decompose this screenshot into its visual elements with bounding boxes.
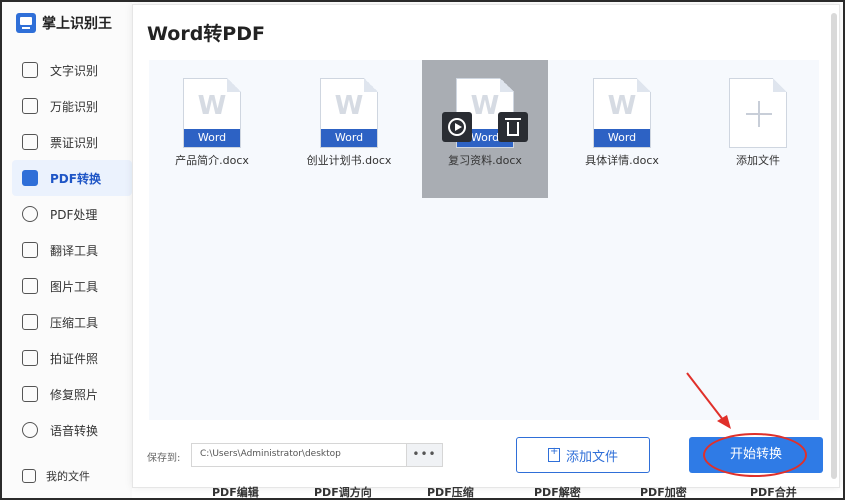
annotation-circle [703, 433, 807, 477]
bg-tab: PDF合并 [750, 486, 797, 498]
bg-tab: PDF编辑 [212, 486, 259, 498]
sidebar-item-label: 翻译工具 [50, 243, 99, 258]
sidebar-item-ticket[interactable]: 票证识别 [12, 124, 132, 160]
sidebar-item-label: 语音转换 [50, 423, 99, 438]
delete-button[interactable] [498, 112, 528, 142]
word-file-icon: W Word [320, 78, 378, 148]
preview-button[interactable] [442, 112, 472, 142]
file-name: 产品简介.docx [175, 154, 249, 167]
bg-tab: PDF加密 [640, 486, 687, 498]
app-name: 掌上识别王 [42, 16, 112, 32]
file-item[interactable]: W Word 创业计划书.docx [286, 60, 412, 198]
sidebar-item-my-files[interactable]: 我的文件 [12, 464, 90, 488]
file-type-badge: Word [321, 129, 377, 147]
sidebar-item-label: 修复照片 [50, 387, 99, 402]
doc-glyph: W [197, 91, 227, 121]
save-path-field[interactable]: C:\Users\Administrator\desktop ••• [191, 443, 443, 467]
text-recognition-icon [22, 62, 38, 78]
sidebar-item-pdf-convert[interactable]: PDF转换 [12, 160, 132, 196]
file-name: 创业计划书.docx [306, 154, 392, 167]
save-to-label: 保存到: [147, 453, 181, 464]
sidebar-item-photo-repair[interactable]: 修复照片 [12, 376, 132, 412]
file-item[interactable]: W Word 产品简介.docx [149, 60, 275, 198]
word-file-icon: W Word [183, 78, 241, 148]
id-photo-icon [22, 350, 38, 366]
sidebar-item-translate[interactable]: 翻译工具 [12, 232, 132, 268]
sidebar-item-label: 文字识别 [50, 63, 99, 78]
image-tool-icon [22, 278, 38, 294]
save-path-value: C:\Users\Administrator\desktop [200, 449, 341, 459]
sidebar-item-voice[interactable]: 语音转换 [12, 412, 132, 448]
play-icon [448, 118, 466, 136]
sidebar-item-compress[interactable]: 压缩工具 [12, 304, 132, 340]
sidebar-item-label: PDF转换 [50, 171, 101, 186]
sidebar-item-label: 图片工具 [50, 279, 99, 294]
trash-icon [505, 117, 521, 136]
sidebar: 掌上识别王 文字识别 万能识别 票证识别 PDF转换 PDF处理 翻译工具 图片… [2, 2, 132, 498]
scrollbar[interactable] [831, 13, 837, 479]
file-item[interactable]: W Word 具体详情.docx [559, 60, 685, 198]
add-file-button-label: 添加文件 [565, 449, 618, 465]
conversion-dialog: Word转PDF W Word 产品简介.docx W Word 创业计划书.d… [132, 4, 840, 488]
brand: 掌上识别王 [16, 12, 112, 34]
photo-repair-icon [22, 386, 38, 402]
add-file-label: 添加文件 [736, 154, 780, 167]
ticket-icon [22, 134, 38, 150]
universal-scan-icon [22, 98, 38, 114]
sidebar-item-label: 我的文件 [46, 470, 90, 483]
add-file-icon [729, 78, 787, 148]
sidebar-item-label: 压缩工具 [50, 315, 99, 330]
sidebar-item-pdf-process[interactable]: PDF处理 [12, 196, 132, 232]
add-file-icon [547, 446, 560, 462]
sidebar-item-universal-scan[interactable]: 万能识别 [12, 88, 132, 124]
annotation-arrow [686, 372, 731, 429]
sidebar-item-id-photo[interactable]: 拍证件照 [12, 340, 132, 376]
doc-glyph: W [607, 91, 637, 121]
bg-tab: PDF调方向 [314, 486, 372, 498]
file-item-selected[interactable]: W Word 复习资料.docx [422, 60, 548, 198]
sidebar-item-label: 万能识别 [50, 99, 99, 114]
bg-tab: PDF压缩 [427, 486, 474, 498]
voice-icon [22, 422, 38, 438]
app-logo-icon [16, 13, 36, 33]
folder-icon [22, 469, 36, 483]
background-tabs: PDF编辑 PDF调方向 PDF压缩 PDF解密 PDF加密 PDF合并 [132, 486, 840, 498]
file-list: W Word 产品简介.docx W Word 创业计划书.docx W Wor… [149, 60, 819, 420]
sidebar-item-image-tool[interactable]: 图片工具 [12, 268, 132, 304]
add-file-button[interactable]: 添加文件 [516, 437, 650, 473]
bg-tab: PDF解密 [534, 486, 581, 498]
file-type-badge: Word [594, 129, 650, 147]
sidebar-item-label: PDF处理 [50, 207, 98, 222]
word-file-icon: W Word [593, 78, 651, 148]
dialog-title: Word转PDF [147, 23, 265, 45]
browse-button[interactable]: ••• [406, 444, 442, 466]
sidebar-item-label: 票证识别 [50, 135, 99, 150]
translate-icon [22, 242, 38, 258]
file-name: 复习资料.docx [448, 154, 522, 167]
doc-glyph: W [334, 91, 364, 121]
sidebar-item-text-recognition[interactable]: 文字识别 [12, 52, 132, 88]
compress-icon [22, 314, 38, 330]
pdf-process-icon [22, 206, 38, 222]
sidebar-item-label: 拍证件照 [50, 351, 99, 366]
file-name: 具体详情.docx [585, 154, 659, 167]
add-file-tile[interactable]: 添加文件 [695, 60, 821, 198]
file-type-badge: Word [184, 129, 240, 147]
sidebar-nav: 文字识别 万能识别 票证识别 PDF转换 PDF处理 翻译工具 图片工具 压缩工… [12, 52, 132, 448]
pdf-convert-icon [22, 170, 38, 186]
app-window: 掌上识别王 文字识别 万能识别 票证识别 PDF转换 PDF处理 翻译工具 图片… [0, 0, 845, 500]
